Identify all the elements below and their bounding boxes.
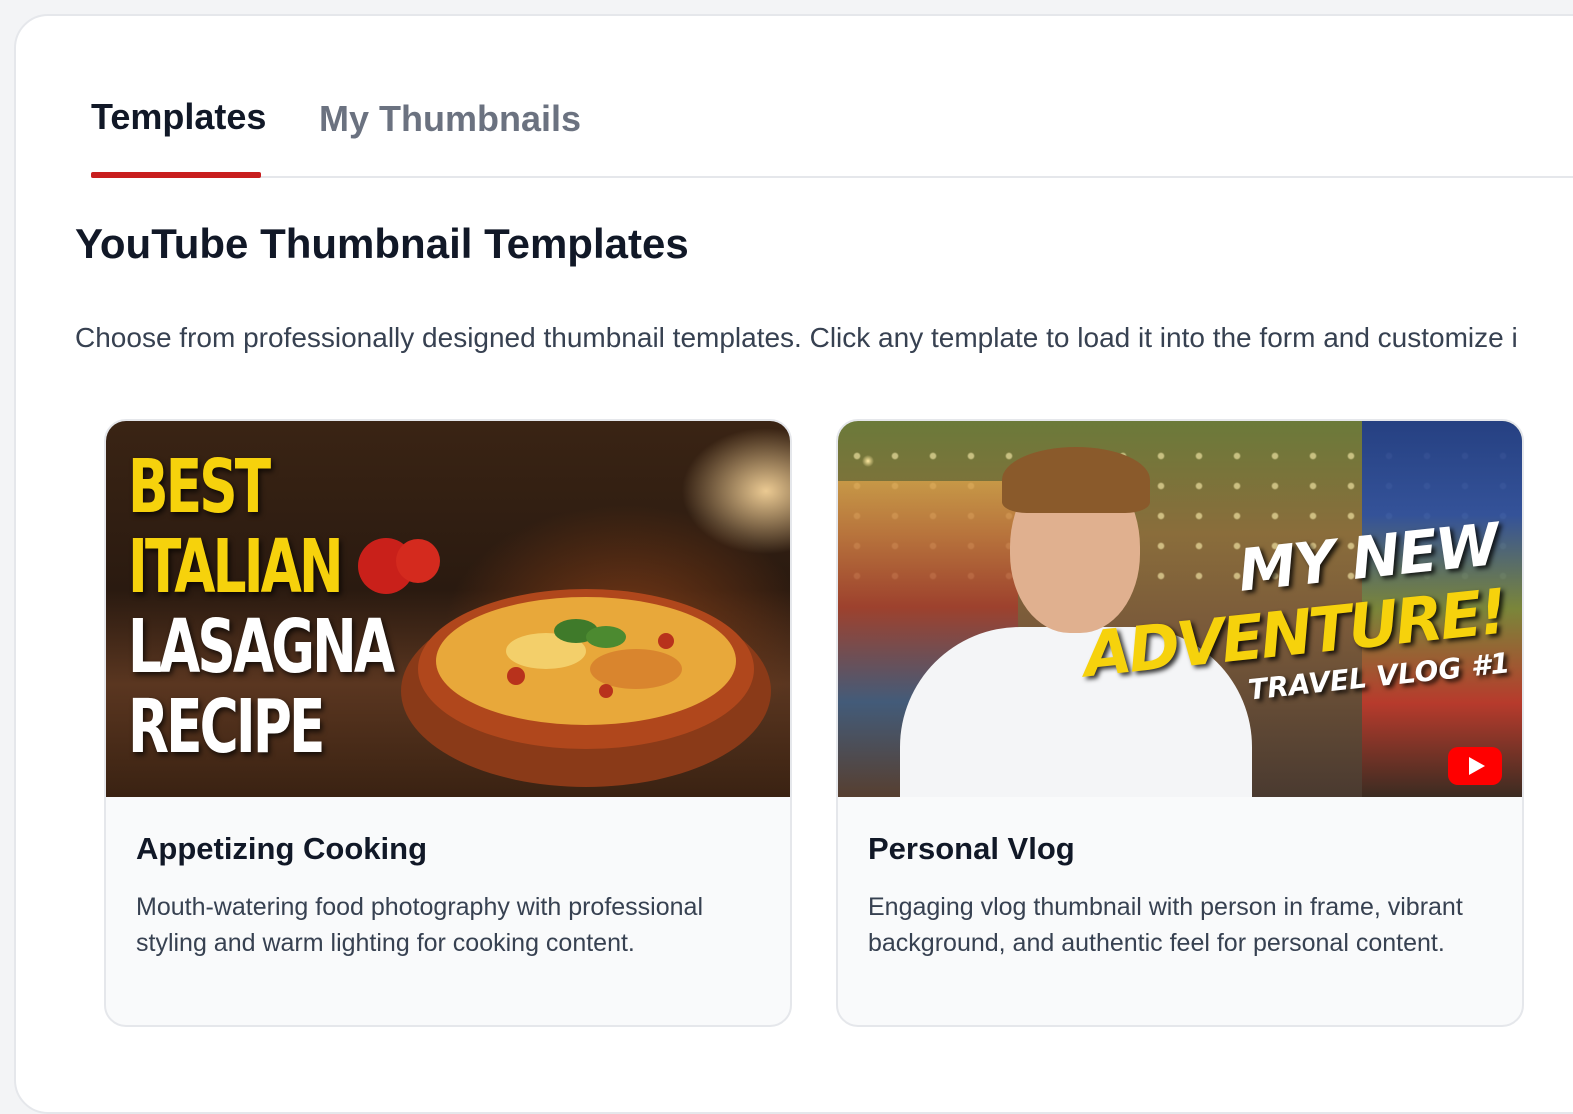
thumbnail-text-line: LASAGNA xyxy=(128,604,395,690)
page-title: YouTube Thumbnail Templates xyxy=(75,220,689,267)
tomato-illustration xyxy=(358,538,440,594)
template-description: Mouth-watering food photography with pro… xyxy=(136,893,704,957)
lasagna-dish-illustration xyxy=(401,589,771,787)
tab-templates-label: Templates xyxy=(91,96,267,137)
thumbnail-text-line: BEST xyxy=(128,444,271,530)
youtube-play-icon xyxy=(1448,747,1502,785)
template-title: Appetizing Cooking xyxy=(136,831,428,866)
page-description: Choose from professionally designed thum… xyxy=(75,322,1518,353)
active-tab-indicator xyxy=(91,172,261,178)
tab-my-thumbnails-label: My Thumbnails xyxy=(319,98,582,139)
template-thumbnail-image: MY NEW ADVENTURE! TRAVEL VLOG #1 xyxy=(838,421,1522,797)
template-card-personal-vlog[interactable]: MY NEW ADVENTURE! TRAVEL VLOG #1 Persona… xyxy=(836,419,1524,1027)
template-title: Personal Vlog xyxy=(868,831,1075,866)
template-card-appetizing-cooking[interactable]: BEST ITALIAN LASAGNA RECIPE Appetizing C… xyxy=(104,419,792,1027)
template-description: Engaging vlog thumbnail with person in f… xyxy=(868,893,1463,957)
tab-templates[interactable]: Templates xyxy=(91,96,266,138)
thumbnail-text-line: RECIPE xyxy=(128,684,325,770)
tab-bar: Templates My Thumbnails xyxy=(91,76,1573,178)
template-thumbnail-image: BEST ITALIAN LASAGNA RECIPE xyxy=(106,421,790,797)
thumbnail-headline: BEST ITALIAN LASAGNA RECIPE xyxy=(128,444,395,770)
tab-my-thumbnails[interactable]: My Thumbnails xyxy=(319,98,581,140)
